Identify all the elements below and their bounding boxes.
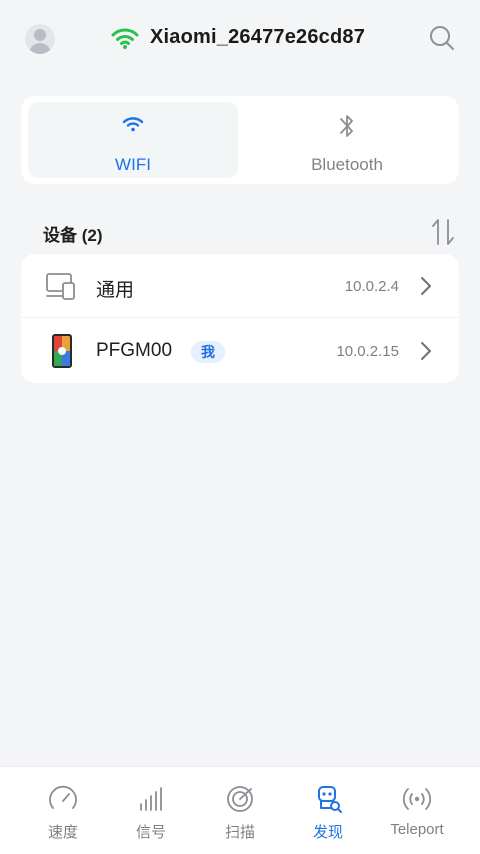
wifi-status-icon [111, 28, 139, 49]
nav-discover[interactable]: 发现 [280, 767, 376, 854]
connection-type-tabs: WIFI Bluetooth [21, 96, 459, 184]
avatar-head [34, 29, 46, 41]
chevron-right-icon [421, 277, 431, 295]
avatar-body [29, 43, 51, 54]
bluetooth-icon [340, 115, 353, 137]
avatar-icon[interactable] [25, 24, 55, 54]
bottom-nav: 速度 信号 扫描 发现 Teleport [0, 766, 480, 854]
nav-teleport[interactable]: Teleport [369, 767, 465, 854]
signal-bars-icon [140, 787, 162, 811]
nav-teleport-label: Teleport [390, 821, 444, 838]
devices-icon [46, 273, 75, 300]
radar-icon [227, 786, 253, 812]
tab-wifi[interactable]: WIFI [28, 102, 238, 178]
tab-wifi-label: WIFI [115, 155, 151, 174]
nav-scan-label: 扫描 [224, 824, 255, 841]
device-ip: 10.0.2.4 [344, 278, 399, 295]
chevron-right-icon [421, 342, 431, 360]
device-row[interactable]: 通用 10.0.2.4 [21, 254, 459, 318]
nav-speed[interactable]: 速度 [15, 767, 111, 854]
tab-bluetooth[interactable]: Bluetooth [242, 102, 452, 178]
nav-scan[interactable]: 扫描 [192, 767, 288, 854]
device-list: 通用 10.0.2.4 PFGM00 我 10.0.2.15 [21, 254, 459, 383]
phone-icon [52, 334, 72, 368]
sort-icon[interactable] [430, 216, 456, 248]
device-row[interactable]: PFGM00 我 10.0.2.15 [21, 319, 459, 383]
nav-signal[interactable]: 信号 [103, 767, 199, 854]
nav-signal-label: 信号 [135, 824, 166, 841]
speedometer-icon [49, 785, 77, 809]
device-ip: 10.0.2.15 [336, 343, 399, 360]
nav-discover-label: 发现 [312, 824, 343, 841]
nav-speed-label: 速度 [47, 824, 78, 841]
tab-bluetooth-label: Bluetooth [311, 155, 383, 174]
search-icon[interactable] [428, 24, 456, 52]
self-badge: 我 [191, 341, 225, 363]
devices-section-title: 设备 (2) [43, 226, 103, 245]
network-ssid: Xiaomi_26477e26cd87 [150, 26, 366, 48]
device-name: PFGM00 [96, 340, 173, 361]
device-name: 通用 [96, 280, 135, 301]
discover-icon [318, 786, 342, 813]
teleport-icon [402, 788, 432, 810]
top-bar: Xiaomi_26477e26cd87 [0, 0, 480, 76]
wifi-icon [122, 117, 144, 132]
